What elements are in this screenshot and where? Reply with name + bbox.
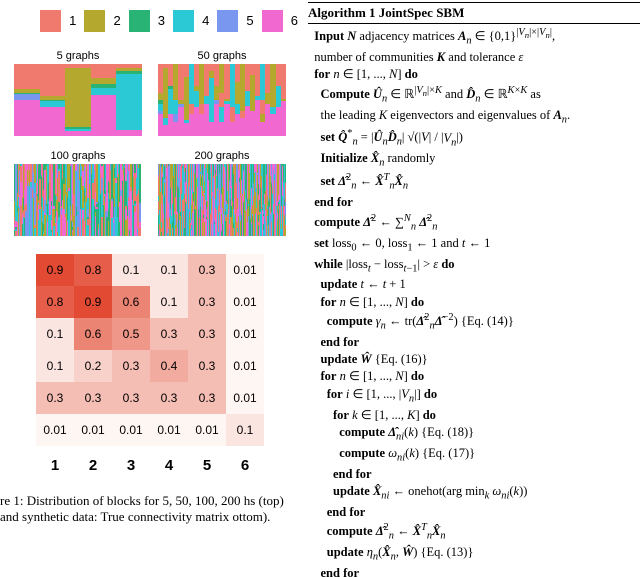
subplot: 200 graphs — [158, 150, 286, 236]
connectivity-matrix: 0.90.80.10.10.30.010.80.90.60.10.30.010.… — [0, 254, 300, 479]
subplot-title: 200 graphs — [158, 150, 286, 162]
matrix-cell: 0.1 — [112, 254, 150, 286]
matrix-cell: 0.1 — [150, 254, 188, 286]
stacked-bar-chart — [158, 164, 286, 236]
matrix-cell: 0.9 — [36, 254, 74, 286]
legend-swatch — [173, 10, 194, 32]
stacked-bar-chart — [14, 64, 142, 136]
matrix-cell: 0.3 — [188, 318, 226, 350]
matrix-cell: 0.8 — [74, 254, 112, 286]
matrix-cell: 0.3 — [112, 382, 150, 414]
subplot-grid: 5 graphs 50 graphs 100 graphs 200 graphs — [0, 50, 300, 236]
matrix-xlabel: 2 — [74, 446, 112, 479]
matrix-cell: 0.3 — [188, 382, 226, 414]
legend-label: 5 — [246, 10, 253, 32]
matrix-cell: 0.01 — [36, 414, 74, 446]
subplot: 50 graphs — [158, 50, 286, 136]
legend-swatch — [40, 10, 61, 32]
matrix-cell: 0.1 — [36, 350, 74, 382]
matrix-cell: 0.9 — [74, 286, 112, 318]
matrix-cell: 0.01 — [226, 350, 264, 382]
matrix-cell: 0.3 — [150, 382, 188, 414]
matrix-cell: 0.01 — [150, 414, 188, 446]
matrix-cell: 0.01 — [226, 286, 264, 318]
matrix-cell: 0.1 — [36, 318, 74, 350]
matrix-cell: 0.01 — [188, 414, 226, 446]
matrix-cell: 0.3 — [188, 286, 226, 318]
matrix-cell: 0.2 — [74, 350, 112, 382]
legend-label: 4 — [202, 10, 209, 32]
matrix-cell: 0.01 — [112, 414, 150, 446]
matrix-cell: 0.3 — [36, 382, 74, 414]
matrix-cell: 0.01 — [226, 254, 264, 286]
matrix-cell: 0.1 — [150, 286, 188, 318]
matrix-cell: 0.4 — [150, 350, 188, 382]
matrix-xlabel: 1 — [36, 446, 74, 479]
algorithm-body: Input N adjacency matrices An ∈ {0,1}|Vn… — [308, 26, 640, 577]
matrix-cell: 0.5 — [112, 318, 150, 350]
matrix-cell: 0.01 — [226, 382, 264, 414]
matrix-cell: 0.01 — [226, 318, 264, 350]
legend-swatch — [84, 10, 105, 32]
matrix-cell: 0.3 — [150, 318, 188, 350]
legend-label: 2 — [113, 10, 120, 32]
legend-label: 3 — [158, 10, 165, 32]
matrix-cell: 0.3 — [74, 382, 112, 414]
stacked-bar-chart — [158, 64, 286, 136]
matrix-cell: 0.3 — [188, 254, 226, 286]
stacked-bar-chart — [14, 164, 142, 236]
subplot-title: 5 graphs — [14, 50, 142, 62]
matrix-xlabel: 4 — [150, 446, 188, 479]
legend-swatch — [262, 10, 283, 32]
matrix-xlabel: 6 — [226, 446, 264, 479]
matrix-xlabel: 3 — [112, 446, 150, 479]
matrix-cell: 0.6 — [74, 318, 112, 350]
subplot: 100 graphs — [14, 150, 142, 236]
matrix-cell: 0.1 — [226, 414, 264, 446]
subplot: 5 graphs — [14, 50, 142, 136]
legend: 1 2 3 4 5 6 — [40, 10, 300, 32]
matrix-cell: 0.8 — [36, 286, 74, 318]
figure-caption: re 1: Distribution of blocks for 5, 50, … — [0, 493, 294, 526]
algorithm-block: Algorithm 1 JointSpec SBM Input N adjace… — [308, 2, 640, 577]
legend-label: 6 — [291, 10, 298, 32]
legend-swatch — [217, 10, 238, 32]
matrix-cell: 0.3 — [112, 350, 150, 382]
legend-swatch — [129, 10, 150, 32]
legend-label: 1 — [69, 10, 76, 32]
matrix-cell: 0.3 — [188, 350, 226, 382]
matrix-cell: 0.01 — [74, 414, 112, 446]
algorithm-title: Algorithm 1 JointSpec SBM — [308, 5, 464, 20]
matrix-xlabel: 5 — [188, 446, 226, 479]
subplot-title: 50 graphs — [158, 50, 286, 62]
matrix-cell: 0.6 — [112, 286, 150, 318]
subplot-title: 100 graphs — [14, 150, 142, 162]
